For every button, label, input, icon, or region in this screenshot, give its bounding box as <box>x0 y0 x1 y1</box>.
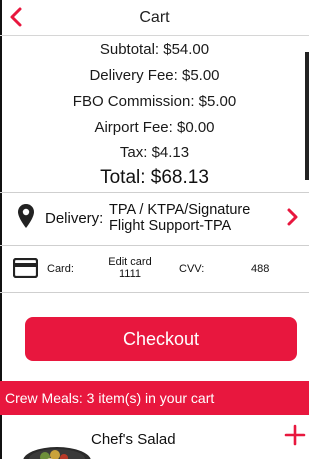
delivery-fee-text: Delivery Fee: $5.00 <box>89 67 220 84</box>
card-number: 1111 <box>118 268 142 280</box>
divider <box>0 245 309 246</box>
cvv-value[interactable]: 488 <box>251 263 269 275</box>
delivery-value: TPA / KTPA/Signature Flight Support-TPA <box>109 202 269 234</box>
tax-text: Tax: $4.13 <box>119 144 190 161</box>
subtotal-text: Subtotal: $54.00 <box>99 41 210 58</box>
item-name: Chef's Salad <box>91 431 176 448</box>
divider <box>0 292 309 293</box>
edit-card-button[interactable]: Edit card 1111 <box>104 256 156 280</box>
page-title: Cart <box>139 9 170 26</box>
map-pin-icon <box>18 204 34 228</box>
cvv-label: CVV: <box>179 263 205 275</box>
airport-fee-text: Airport Fee: $0.00 <box>94 119 215 136</box>
delivery-value-line2: Flight Support-TPA <box>109 218 232 234</box>
credit-card-icon <box>13 258 38 278</box>
header-bar: Cart <box>0 0 309 36</box>
payment-card-row: Card: Edit card 1111 CVV: 488 <box>0 252 309 288</box>
card-label: Card: <box>47 263 74 275</box>
cart-banner-text: Crew Meals: 3 item(s) in your cart <box>5 390 215 406</box>
cart-banner: Crew Meals: 3 item(s) in your cart <box>0 381 309 415</box>
delivery-location-row[interactable]: Delivery: TPA / KTPA/Signature Flight Su… <box>0 193 309 242</box>
plus-icon[interactable] <box>284 424 306 446</box>
delivery-label: Delivery: <box>45 210 104 227</box>
edit-card-label: Edit card <box>108 256 152 268</box>
chevron-right-icon <box>287 208 298 226</box>
list-item[interactable]: Chef's Salad <box>0 421 309 459</box>
cart-screen: Cart Subtotal: $54.00 Delivery Fee: $5.0… <box>0 0 309 459</box>
total-text: Total: $68.13 <box>100 167 209 188</box>
checkout-button[interactable]: Checkout <box>25 317 297 361</box>
food-thumbnail <box>23 447 91 459</box>
fbo-commission-text: FBO Commission: $5.00 <box>72 93 237 110</box>
delivery-value-line1: TPA / KTPA/Signature <box>109 202 251 218</box>
